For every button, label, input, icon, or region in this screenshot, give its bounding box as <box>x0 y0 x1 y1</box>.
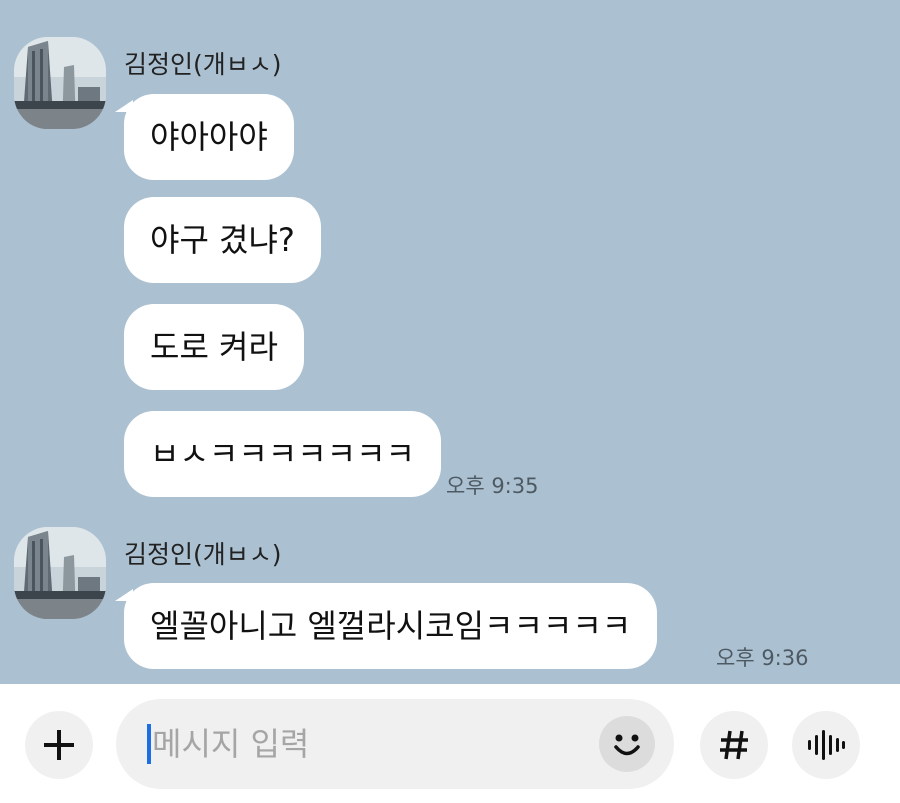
voice-icon <box>808 730 845 760</box>
message-input-placeholder: 메시지 입력 <box>152 725 310 763</box>
voice-button[interactable] <box>792 711 860 779</box>
hashtag-icon <box>720 730 748 760</box>
text-caret <box>147 724 151 764</box>
sender-avatar[interactable] <box>14 527 106 619</box>
message-bubble[interactable]: 야구 겼냐? <box>124 197 321 283</box>
message-bubble[interactable]: 야아아야 <box>115 94 294 180</box>
hashtag-button[interactable] <box>700 711 768 779</box>
chat-area[interactable]: 김정인(개ㅂㅅ) 야아아야 야구 겼냐? 도로 켜라 ㅂㅅㅋㅋㅋㅋㅋㅋㅋ 오후 … <box>0 0 900 684</box>
emoji-button[interactable] <box>599 716 655 772</box>
sender-avatar[interactable] <box>14 37 106 129</box>
message-bubble[interactable]: ㅂㅅㅋㅋㅋㅋㅋㅋㅋ <box>124 411 441 497</box>
message-timestamp: 오후 9:36 <box>716 646 809 670</box>
sender-name: 김정인(개ㅂㅅ) <box>124 540 282 569</box>
emoji-icon <box>614 734 640 756</box>
add-button[interactable] <box>25 711 93 779</box>
sender-name: 김정인(개ㅂㅅ) <box>124 50 282 79</box>
message-bubble[interactable]: 엘꼴아니고 엘껄라시코임ㅋㅋㅋㅋㅋ <box>114 583 658 669</box>
building-photo-icon <box>14 527 106 619</box>
plus-icon <box>44 730 74 760</box>
message-timestamp: 오후 9:35 <box>446 474 539 498</box>
message-bubble[interactable]: 도로 켜라 <box>124 304 304 390</box>
building-photo-icon <box>14 37 106 129</box>
